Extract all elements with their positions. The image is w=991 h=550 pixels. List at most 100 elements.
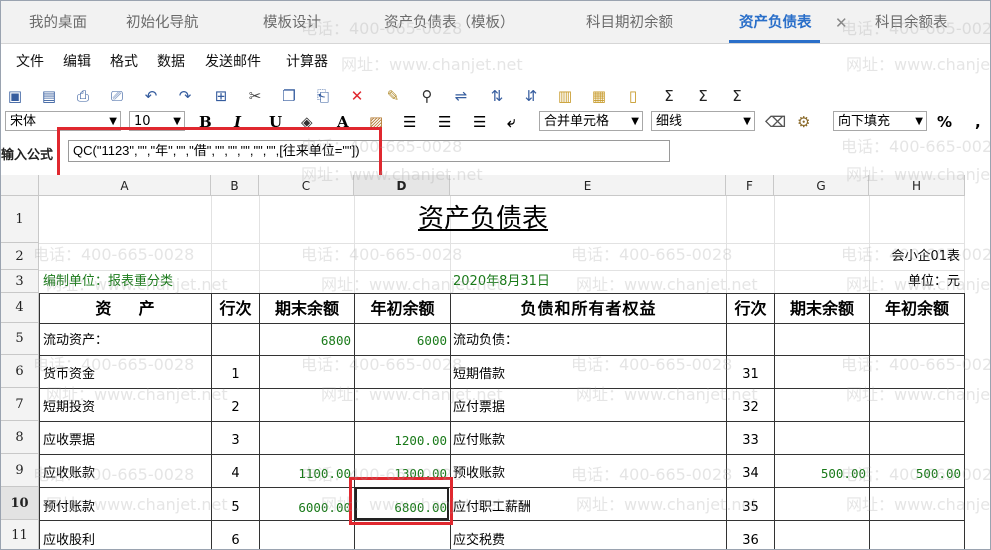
align-center-icon[interactable]: ☰ xyxy=(438,112,451,132)
table-cell[interactable]: 应付账款 xyxy=(453,431,723,451)
header-line-no[interactable]: 行次 xyxy=(212,294,259,323)
header-begin-balance[interactable]: 年初余额 xyxy=(355,294,450,323)
table-cell[interactable]: 6000 xyxy=(355,331,450,351)
table-cell[interactable]: 流动资产： xyxy=(43,331,209,351)
table-cell[interactable]: 短期投资 xyxy=(43,398,209,418)
report-date[interactable]: 2020年8月31日 xyxy=(453,271,653,293)
select-all-corner[interactable] xyxy=(1,175,39,196)
format-brush-icon[interactable]: ✎ xyxy=(383,86,403,106)
row-header-5[interactable]: 5 xyxy=(1,323,39,355)
align-right-icon[interactable]: ☰ xyxy=(473,112,486,132)
table-cell[interactable]: 短期借款 xyxy=(453,365,723,385)
table-cell[interactable]: 500.00 xyxy=(870,464,964,484)
replace-icon[interactable]: ⇌ xyxy=(451,86,471,106)
table-cell[interactable]: 预收账款 xyxy=(453,464,723,484)
tab-opening-balance[interactable]: 科目期初余额 xyxy=(586,1,673,43)
align-left-icon[interactable]: ☰ xyxy=(403,112,416,132)
delete-icon[interactable]: ✕ xyxy=(347,86,367,106)
close-icon[interactable]: ✕ xyxy=(835,1,848,43)
table-cell[interactable]: 流动负债： xyxy=(453,331,723,351)
sum-row-icon[interactable]: Σ xyxy=(693,86,713,106)
wrap-text-icon[interactable]: ⤶ xyxy=(507,112,515,132)
border-style-select[interactable]: 细线 ▼ xyxy=(651,111,755,131)
eraser-icon[interactable]: ⌫ xyxy=(765,112,786,132)
header-begin-balance-2[interactable]: 年初余额 xyxy=(870,294,964,323)
copy-icon[interactable]: ❐ xyxy=(279,86,299,106)
table-cell[interactable]: 5 xyxy=(212,498,259,518)
row-header-4[interactable]: 4 xyxy=(1,293,39,323)
table-cell[interactable]: 31 xyxy=(727,365,774,385)
row-header-2[interactable]: 2 xyxy=(1,243,39,270)
col-header-b[interactable]: B xyxy=(211,175,259,196)
header-end-balance[interactable]: 期末余额 xyxy=(260,294,354,323)
clipboard-icon[interactable]: ▯ xyxy=(623,86,643,106)
currency-unit[interactable]: 单位：元 xyxy=(869,271,964,293)
col-header-d[interactable]: D xyxy=(354,175,450,196)
col-header-f[interactable]: F xyxy=(726,175,774,196)
tab-balance-sheet-template[interactable]: 资产负债表（模板） xyxy=(384,1,515,43)
table-cell[interactable]: 34 xyxy=(727,464,774,484)
compiling-unit[interactable]: 编制单位：报表重分类 xyxy=(43,271,343,293)
table-cell[interactable]: 1200.00 xyxy=(355,431,450,451)
undo-icon[interactable]: ↶ xyxy=(141,86,161,106)
paste-values-icon[interactable]: ▦ xyxy=(589,86,609,106)
row-header-3[interactable]: 3 xyxy=(1,270,39,293)
fill-down-select[interactable]: 向下填充 ▼ xyxy=(833,111,927,131)
table-cell[interactable]: 应付票据 xyxy=(453,398,723,418)
paste-special-icon[interactable]: ▥ xyxy=(555,86,575,106)
sort-desc-icon[interactable]: ⇵ xyxy=(521,86,541,106)
menu-send-email[interactable]: 发送邮件 xyxy=(205,51,261,71)
table-cell[interactable]: 应收股利 xyxy=(43,531,209,549)
tab-init-guide[interactable]: 初始化导航 xyxy=(126,1,199,43)
save-as-icon[interactable]: ▤ xyxy=(39,86,59,106)
find-icon[interactable]: ⚲ xyxy=(417,86,437,106)
form-code[interactable]: 会小企01表 xyxy=(869,246,964,268)
select-icon[interactable]: ⊞ xyxy=(211,86,231,106)
row-header-8[interactable]: 8 xyxy=(1,421,39,454)
row-header-1[interactable]: 1 xyxy=(1,196,39,243)
table-cell[interactable]: 35 xyxy=(727,498,774,518)
table-cell[interactable]: 32 xyxy=(727,398,774,418)
tab-my-desktop[interactable]: 我的桌面 xyxy=(29,1,87,43)
table-cell[interactable]: 货币资金 xyxy=(43,365,209,385)
table-cell[interactable]: 4 xyxy=(212,464,259,484)
menu-data[interactable]: 数据 xyxy=(157,51,185,71)
col-header-c[interactable]: C xyxy=(259,175,354,196)
table-cell[interactable]: 1 xyxy=(212,365,259,385)
print-preview-icon[interactable]: ⎙ xyxy=(73,86,93,106)
sum-col-icon[interactable]: Σ xyxy=(727,86,747,106)
header-line-no-2[interactable]: 行次 xyxy=(727,294,774,323)
report-title[interactable]: 资产负债表 xyxy=(354,199,654,239)
print-icon[interactable]: ⎚ xyxy=(107,86,127,106)
row-header-9[interactable]: 9 xyxy=(1,454,39,487)
menu-format[interactable]: 格式 xyxy=(110,51,138,71)
table-cell[interactable]: 应收票据 xyxy=(43,431,209,451)
table-cell[interactable]: 应交税费 xyxy=(453,531,723,549)
settings-icon[interactable]: ⚙ xyxy=(797,112,810,132)
table-cell[interactable]: 3 xyxy=(212,431,259,451)
tab-balance-sheet[interactable]: 资产负债表 xyxy=(729,1,819,43)
percent-button[interactable]: % xyxy=(937,112,952,132)
table-cell[interactable]: 6000.00 xyxy=(260,498,354,518)
save-icon[interactable]: ▣ xyxy=(5,86,25,106)
paste-icon[interactable]: ⎗ xyxy=(313,86,333,106)
table-cell[interactable]: 应付职工薪酬 xyxy=(453,498,723,518)
col-header-e[interactable]: E xyxy=(450,175,726,196)
cut-icon[interactable]: ✂ xyxy=(245,86,265,106)
col-header-a[interactable]: A xyxy=(39,175,211,196)
row-header-6[interactable]: 6 xyxy=(1,355,39,388)
row-header-11[interactable]: 11 xyxy=(1,520,39,549)
table-cell[interactable]: 33 xyxy=(727,431,774,451)
row-header-7[interactable]: 7 xyxy=(1,388,39,421)
tab-account-balance[interactable]: 科目余额表 xyxy=(875,1,948,43)
header-liabilities[interactable]: 负债和所有者权益 xyxy=(451,294,726,323)
row-header-10[interactable]: 10 xyxy=(1,487,39,520)
sort-asc-icon[interactable]: ⇅ xyxy=(487,86,507,106)
tab-template-design[interactable]: 模板设计 xyxy=(263,1,321,43)
menu-file[interactable]: 文件 xyxy=(16,51,44,71)
table-cell[interactable]: 1100.00 xyxy=(260,464,354,484)
table-cell[interactable]: 预付账款 xyxy=(43,498,209,518)
thousands-button[interactable]: , xyxy=(975,112,981,132)
header-assets[interactable]: 资 产 xyxy=(40,294,211,323)
header-end-balance-2[interactable]: 期末余额 xyxy=(775,294,869,323)
